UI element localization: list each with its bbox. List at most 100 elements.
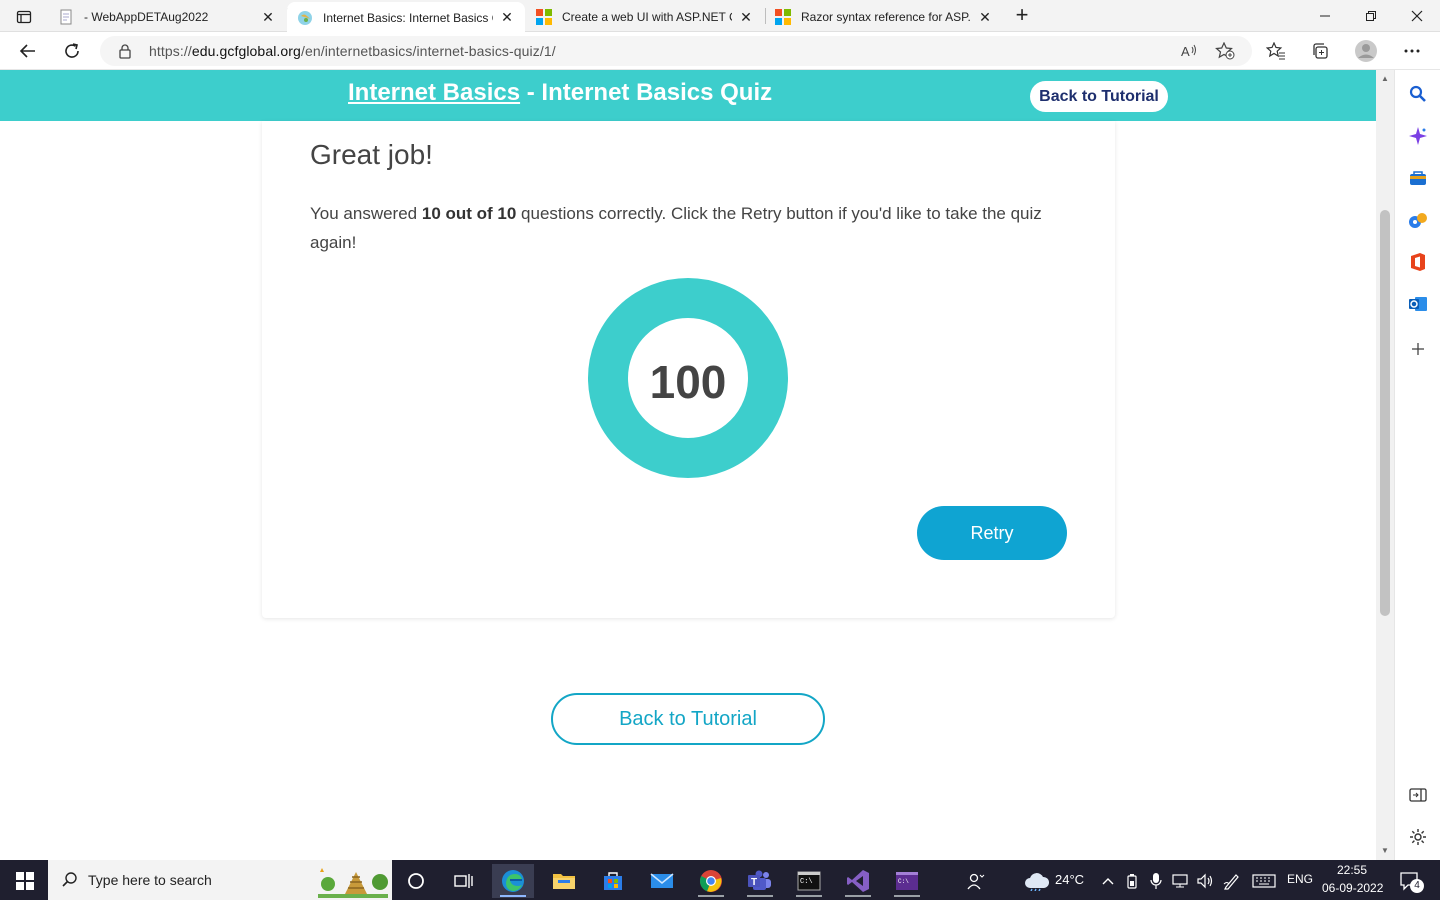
tab-title: - WebAppDETAug2022 [84,10,209,24]
back-to-tutorial-header-button[interactable]: Back to Tutorial [1030,81,1168,112]
result-message: You answered 10 out of 10 questions corr… [310,204,1042,252]
task-view-icon[interactable] [443,864,485,898]
mail-icon[interactable] [641,864,683,898]
profile-avatar-icon[interactable] [1352,38,1380,64]
command-prompt-icon[interactable]: C:\ [788,864,830,898]
tab-create-web-ui[interactable]: Create a web UI with ASP.NET Co ✕ [526,2,764,32]
tab-title: Internet Basics: Internet Basics Q [323,10,493,25]
taskbar-search-box[interactable]: Type here to search [48,860,392,900]
url-text[interactable]: https://edu.gcfglobal.org/en/internetbas… [149,43,556,59]
tab-actions-icon[interactable] [10,6,38,28]
doc-icon [58,9,74,25]
weather-cloud-icon[interactable] [1020,864,1054,898]
notifications-icon[interactable]: 4 [1394,864,1424,898]
close-window-icon[interactable] [1394,0,1440,32]
back-to-tutorial-button[interactable]: Back to Tutorial [551,693,825,745]
microsoft-icon [775,9,791,25]
quiz-header-bar: Internet Basics - Internet Basics Quiz B… [0,70,1376,121]
chrome-icon[interactable] [690,864,732,898]
microphone-icon[interactable] [1146,864,1166,898]
add-favorite-icon[interactable] [1215,41,1235,65]
close-tab-icon[interactable]: ✕ [738,9,754,26]
people-icon[interactable] [956,864,996,898]
file-explorer-icon[interactable] [543,864,585,898]
edge-sidebar [1394,70,1440,860]
games-icon[interactable] [1407,209,1429,231]
score-phrase: 10 out of 10 [421,204,517,223]
running-app-indicator [796,895,822,897]
clock-date[interactable]: 06-09-2022 [1322,881,1383,895]
edge-taskbar-icon[interactable] [492,864,534,898]
search-highlight-illustration-icon [314,862,392,900]
collections-icon[interactable] [1306,38,1334,64]
svg-text:A: A [1181,44,1190,59]
pen-ink-icon[interactable] [1220,864,1244,898]
svg-text:C:\: C:\ [898,878,909,885]
tab-internet-basics-quiz[interactable]: Internet Basics: Internet Basics Q ✕ [287,2,525,33]
vs-developer-prompt-icon[interactable]: C:\ [886,864,928,898]
network-icon[interactable] [1170,864,1192,898]
scroll-up-icon[interactable]: ▲ [1380,74,1390,84]
favorites-icon[interactable] [1262,38,1290,64]
search-placeholder: Type here to search [88,872,212,888]
shopping-bag-icon[interactable] [1407,167,1429,189]
active-app-indicator [500,895,526,897]
running-app-indicator [894,895,920,897]
battery-saver-icon[interactable] [1122,864,1142,898]
microsoft-icon [536,9,552,25]
gcf-globe-icon [297,10,313,26]
page-title: Internet Basics - Internet Basics Quiz [348,79,773,106]
outlook-icon[interactable] [1407,293,1429,315]
result-heading: Great job! [310,139,433,170]
new-tab-button[interactable]: + [1010,4,1034,28]
microsoft-store-icon[interactable] [592,864,634,898]
score-value: 100 [649,356,727,408]
hide-sidebar-icon[interactable] [1407,784,1429,806]
browser-toolbar: https://edu.gcfglobal.org/en/internetbas… [0,32,1440,70]
page-scrollbar[interactable]: ▲ ▼ [1376,70,1394,860]
scroll-down-icon[interactable]: ▼ [1380,846,1390,856]
restore-icon[interactable] [1348,0,1394,32]
visual-studio-icon[interactable] [837,864,879,898]
cortana-icon[interactable] [395,864,437,898]
quiz-title: Internet Basics Quiz [541,79,773,106]
svg-text:T: T [751,877,757,888]
svg-text:C:\: C:\ [800,878,813,886]
scroll-thumb[interactable] [1380,210,1390,616]
quiz-result-card: Great job! You answered 10 out of 10 que… [262,121,1115,618]
minimize-icon[interactable] [1302,0,1348,32]
windows-taskbar: Type here to search T C:\ C:\ 24°C ENG 2… [0,860,1440,900]
teams-icon[interactable]: T [739,864,781,898]
chevron-up-icon[interactable] [1098,864,1118,898]
browser-tab-strip: - WebAppDETAug2022 ✕ Internet Basics: In… [0,0,1440,33]
refresh-icon[interactable] [58,38,86,64]
retry-button[interactable]: Retry [917,506,1067,560]
volume-icon[interactable] [1194,864,1216,898]
running-app-indicator [747,895,773,897]
search-icon [61,871,79,894]
discover-sparkle-icon[interactable] [1407,125,1429,147]
read-aloud-icon[interactable]: A [1180,42,1198,65]
sidebar-settings-gear-icon[interactable] [1407,826,1429,848]
search-icon[interactable] [1407,83,1429,105]
tab-title: Create a web UI with ASP.NET Co [562,10,732,24]
add-sidebar-app-icon[interactable] [1407,338,1429,360]
course-link[interactable]: Internet Basics [348,79,520,106]
back-arrow-icon[interactable] [14,38,42,64]
address-bar[interactable]: https://edu.gcfglobal.org/en/internetbas… [100,36,1252,66]
lock-icon[interactable] [118,43,132,64]
running-app-indicator [698,895,724,897]
close-tab-icon[interactable]: ✕ [977,9,993,26]
input-language[interactable]: ENG [1287,872,1313,886]
clock-time[interactable]: 22:55 [1337,863,1367,877]
touch-keyboard-icon[interactable] [1250,864,1278,898]
windows-start-icon[interactable] [4,864,46,898]
tab-razor-syntax[interactable]: Razor syntax reference for ASP.N ✕ [765,2,1003,32]
weather-temperature[interactable]: 24°C [1055,872,1084,887]
office-icon[interactable] [1407,251,1429,273]
close-tab-icon[interactable]: ✕ [260,9,276,26]
tab-title: Razor syntax reference for ASP.N [801,10,971,24]
tab-webappdet[interactable]: - WebAppDETAug2022 ✕ [48,2,286,32]
more-menu-icon[interactable] [1398,38,1426,64]
close-tab-icon[interactable]: ✕ [499,9,515,26]
